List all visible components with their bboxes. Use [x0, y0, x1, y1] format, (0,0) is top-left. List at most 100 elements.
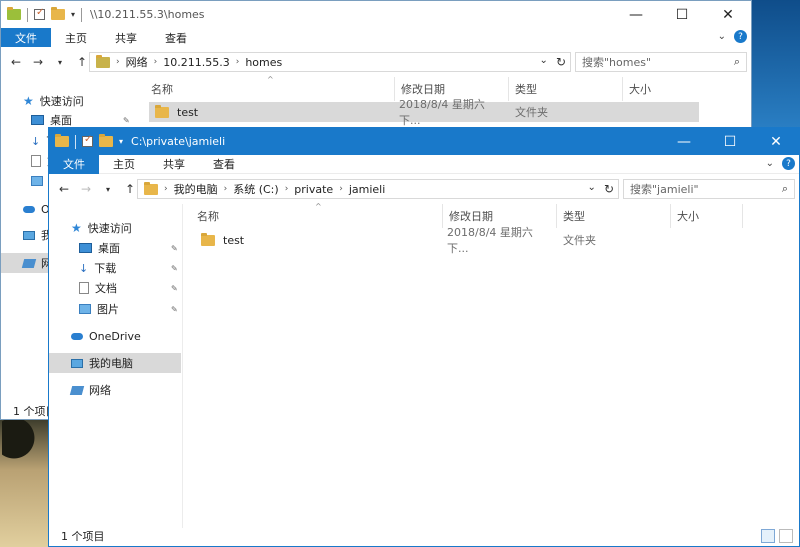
help-icon[interactable]: ?: [734, 30, 747, 43]
sidebar-item-label: OneDrive: [89, 329, 141, 343]
sidebar-item-this-pc[interactable]: 我的电脑: [49, 353, 181, 373]
tab-file[interactable]: 文件: [1, 28, 51, 47]
sidebar-item-documents[interactable]: 文档: [79, 278, 117, 298]
item-count: 1 个项目: [61, 530, 105, 543]
sort-ascending-icon: ^: [315, 202, 322, 211]
maximize-button[interactable]: ☐: [707, 128, 753, 155]
search-input[interactable]: 搜索"jamieli" ⌕: [623, 179, 795, 199]
sidebar-item-onedrive[interactable]: OneDrive: [71, 326, 141, 346]
tab-view[interactable]: 查看: [199, 155, 249, 174]
back-button[interactable]: ←: [7, 55, 25, 69]
new-folder-icon[interactable]: [99, 134, 113, 147]
file-type: 文件夹: [563, 234, 596, 247]
tab-share[interactable]: 共享: [149, 155, 199, 174]
quick-access-folder-icon[interactable]: [7, 7, 21, 20]
breadcrumb-host[interactable]: 10.211.55.3: [163, 56, 229, 69]
tab-home[interactable]: 主页: [51, 28, 101, 47]
search-input[interactable]: 搜索"homes" ⌕: [575, 52, 747, 72]
refresh-icon[interactable]: ↻: [556, 55, 566, 69]
large-icons-view-button[interactable]: [779, 529, 793, 543]
search-icon[interactable]: ⌕: [734, 55, 740, 69]
close-button[interactable]: ✕: [753, 128, 799, 155]
explorer-window-jamieli[interactable]: ▾ C:\private\jamieli — ☐ ✕ 文件 主页 共享 查看 ⌄…: [48, 127, 800, 547]
download-icon: ↓: [31, 134, 41, 148]
breadcrumb-network[interactable]: 网络: [126, 54, 148, 70]
forward-button[interactable]: →: [77, 182, 95, 196]
customize-toolbar-arrow-icon[interactable]: ▾: [71, 10, 75, 19]
sidebar-item-quick-access[interactable]: ★ 快速访问: [71, 218, 132, 238]
download-icon: ↓: [79, 261, 89, 275]
toolbar-separator: [81, 7, 83, 22]
pin-icon[interactable]: ✎: [171, 264, 178, 273]
file-row[interactable]: test 2018/8/4 星期六 下... 文件夹: [195, 226, 755, 255]
address-dropdown-icon[interactable]: ⌄: [540, 55, 548, 69]
breadcrumb-separator: ›: [153, 57, 158, 67]
sidebar-item-desktop[interactable]: 桌面: [79, 238, 120, 258]
recent-locations-button[interactable]: ▾: [99, 185, 117, 194]
star-icon: ★: [23, 94, 34, 108]
breadcrumb-this-pc[interactable]: 我的电脑: [174, 181, 218, 197]
address-bar[interactable]: › 我的电脑 › 系统 (C:) › private › jamieli ⌄ ↻: [137, 179, 619, 199]
refresh-icon[interactable]: ↻: [604, 182, 614, 196]
tab-view[interactable]: 查看: [151, 28, 201, 47]
column-type[interactable]: 类型: [557, 204, 671, 228]
address-dropdown-icon[interactable]: ⌄: [588, 182, 596, 196]
location-folder-icon: [144, 181, 158, 195]
window-title: C:\private\jamieli: [131, 135, 226, 148]
ribbon-tabs: 文件 主页 共享 查看 ⌄ ?: [1, 28, 751, 47]
tab-share[interactable]: 共享: [101, 28, 151, 47]
breadcrumb-private[interactable]: private: [294, 183, 333, 196]
new-folder-icon[interactable]: [51, 7, 65, 20]
pin-icon[interactable]: ✎: [123, 116, 130, 125]
title-bar[interactable]: ▾ C:\private\jamieli — ☐ ✕: [49, 128, 799, 155]
tab-home[interactable]: 主页: [99, 155, 149, 174]
search-icon[interactable]: ⌕: [782, 182, 788, 196]
sidebar-item-label: 网络: [89, 384, 111, 397]
sidebar-item-label: 下载: [94, 262, 117, 275]
column-type[interactable]: 类型: [509, 77, 623, 101]
details-view-button[interactable]: [761, 529, 775, 543]
pictures-icon: [79, 304, 91, 314]
column-size[interactable]: 大小: [671, 204, 743, 228]
expand-ribbon-chevron-icon[interactable]: ⌄: [718, 31, 726, 42]
help-icon[interactable]: ?: [782, 157, 795, 170]
column-size[interactable]: 大小: [623, 77, 695, 101]
sort-ascending-icon: ^: [267, 75, 274, 84]
sidebar-item-pictures[interactable]: 图片: [79, 299, 119, 319]
recent-locations-button[interactable]: ▾: [51, 58, 69, 67]
network-icon: [21, 258, 37, 268]
file-name: test: [177, 105, 199, 119]
sidebar-item-downloads[interactable]: ↓ 下载: [79, 258, 116, 278]
forward-button[interactable]: →: [29, 55, 47, 69]
onedrive-icon: [71, 332, 83, 340]
tab-file[interactable]: 文件: [49, 154, 99, 174]
customize-toolbar-arrow-icon[interactable]: ▾: [119, 137, 123, 146]
breadcrumb-separator: ›: [164, 184, 168, 194]
sidebar-item-label: 桌面: [50, 114, 72, 127]
pin-icon[interactable]: ✎: [171, 284, 178, 293]
properties-icon[interactable]: [82, 134, 93, 147]
minimize-button[interactable]: —: [613, 1, 659, 28]
status-bar: 1 个项目: [49, 526, 799, 546]
back-button[interactable]: ←: [55, 182, 73, 196]
pin-icon[interactable]: ✎: [171, 244, 178, 253]
address-bar[interactable]: › 网络 › 10.211.55.3 › homes ⌄ ↻: [89, 52, 571, 72]
sidebar-item-network[interactable]: 网络: [69, 380, 111, 400]
close-button[interactable]: ✕: [705, 1, 751, 28]
breadcrumb-separator: ›: [116, 57, 120, 67]
expand-ribbon-chevron-icon[interactable]: ⌄: [766, 158, 774, 169]
minimize-button[interactable]: —: [661, 128, 707, 155]
breadcrumb-jamieli[interactable]: jamieli: [349, 183, 385, 196]
quick-access-folder-icon[interactable]: [55, 134, 69, 147]
properties-icon[interactable]: [34, 7, 45, 20]
sidebar-item-quick-access[interactable]: ★ 快速访问: [23, 91, 84, 111]
title-bar[interactable]: ▾ \\10.211.55.3\homes — ☐ ✕: [1, 1, 751, 28]
pin-icon[interactable]: ✎: [171, 305, 178, 314]
breadcrumb-homes[interactable]: homes: [245, 56, 282, 69]
sidebar-item-label: 图片: [97, 303, 119, 316]
file-type: 文件夹: [515, 106, 548, 119]
desktop-wallpaper-right: [752, 0, 800, 130]
breadcrumb-drive-c[interactable]: 系统 (C:): [233, 181, 278, 197]
file-row[interactable]: test 2018/8/4 星期六 下... 文件夹: [149, 98, 699, 127]
maximize-button[interactable]: ☐: [659, 1, 705, 28]
